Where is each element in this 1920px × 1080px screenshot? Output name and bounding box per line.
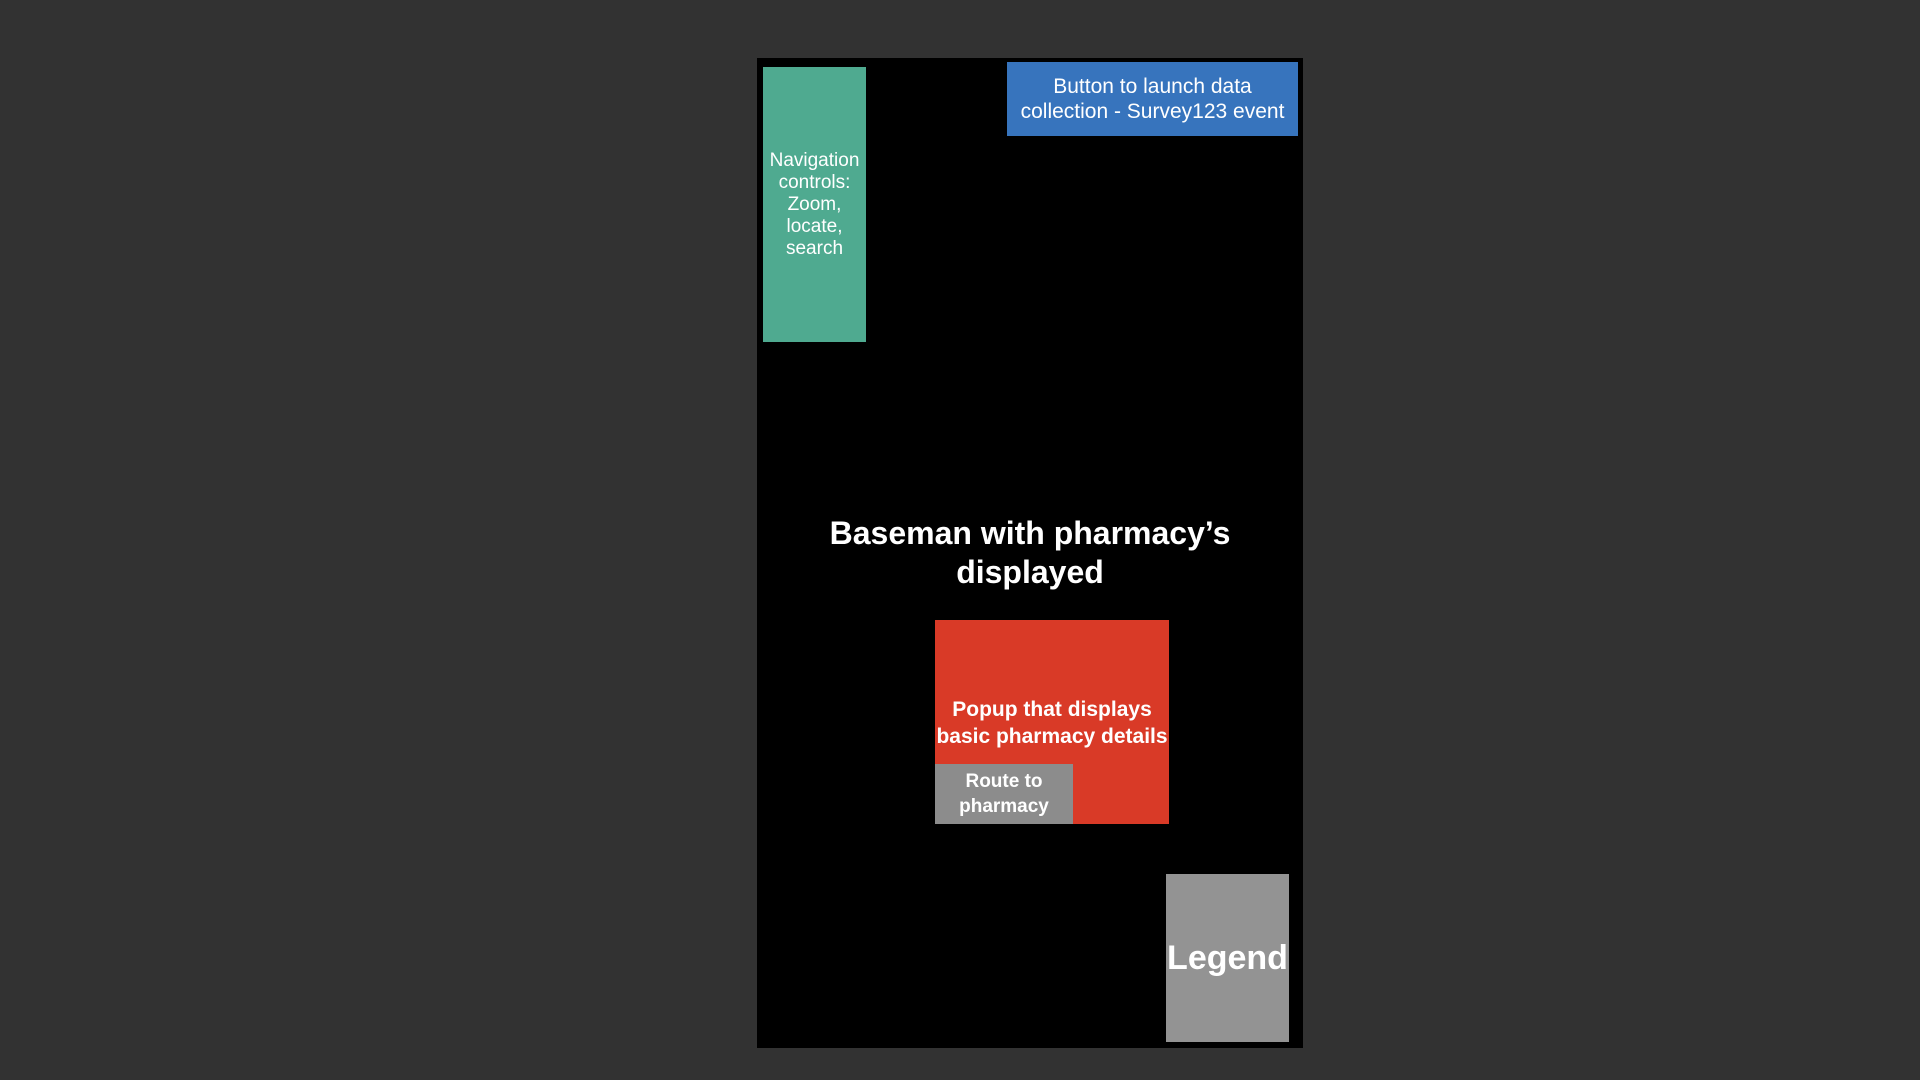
basemap-label: Baseman with pharmacy’s displayed xyxy=(797,513,1263,593)
pharmacy-popup[interactable]: Popup that displays basic pharmacy detai… xyxy=(935,620,1169,824)
navigation-controls[interactable]: Navigation controls: Zoom, locate, searc… xyxy=(763,67,866,342)
basemap-label-text: Baseman with pharmacy’s displayed xyxy=(829,515,1231,590)
route-button-label: Route to pharmacy xyxy=(959,771,1049,817)
launch-survey-button-label: Button to launch data collection - Surve… xyxy=(1020,75,1285,123)
popup-details-label: Popup that displays basic pharmacy detai… xyxy=(936,698,1168,748)
route-to-pharmacy-button[interactable]: Route to pharmacy xyxy=(935,764,1073,824)
legend-label: Legend xyxy=(1167,938,1288,977)
legend-panel[interactable]: Legend xyxy=(1166,874,1289,1042)
launch-survey-button[interactable]: Button to launch data collection - Surve… xyxy=(1007,62,1298,136)
popup-details: Popup that displays basic pharmacy detai… xyxy=(935,620,1169,764)
navigation-controls-label: Navigation controls: Zoom, locate, searc… xyxy=(769,149,860,259)
mobile-map-screen: Navigation controls: Zoom, locate, searc… xyxy=(757,58,1303,1048)
